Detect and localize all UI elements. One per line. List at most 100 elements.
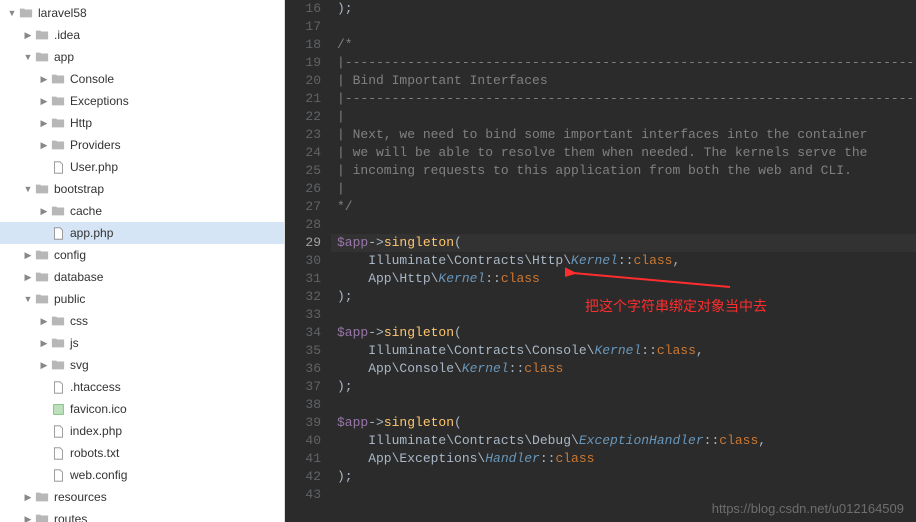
tree-item--idea[interactable]: ▶ .idea xyxy=(0,24,284,46)
folder-icon xyxy=(50,203,66,219)
code-line[interactable]: */ xyxy=(331,198,916,216)
line-number: 43 xyxy=(285,486,321,504)
code-line[interactable]: App\Exceptions\Handler::class xyxy=(331,450,916,468)
tree-toggle-icon[interactable]: ▶ xyxy=(38,139,50,151)
tree-toggle-icon[interactable]: ▶ xyxy=(38,205,50,217)
tree-item-Exceptions[interactable]: ▶ Exceptions xyxy=(0,90,284,112)
tree-item-robots-txt[interactable]: robots.txt xyxy=(0,442,284,464)
project-tree[interactable]: ▼laravel58▶.idea▼app▶Console▶Exceptions▶… xyxy=(0,0,285,522)
code-line[interactable]: |---------------------------------------… xyxy=(331,54,916,72)
tree-toggle-icon[interactable]: ▶ xyxy=(38,117,50,129)
tree-item-User-php[interactable]: User.php xyxy=(0,156,284,178)
tree-toggle-icon xyxy=(38,381,50,393)
code-line[interactable]: | xyxy=(331,108,916,126)
tree-toggle-icon[interactable]: ▶ xyxy=(22,491,34,503)
tree-item-app[interactable]: ▼app xyxy=(0,46,284,68)
line-number: 41 xyxy=(285,450,321,468)
tree-item-index-php[interactable]: index.php xyxy=(0,420,284,442)
tree-item--htaccess[interactable]: .htaccess xyxy=(0,376,284,398)
line-number: 36 xyxy=(285,360,321,378)
code-line[interactable]: $app->singleton( xyxy=(331,414,916,432)
tree-item-favicon-ico[interactable]: favicon.ico xyxy=(0,398,284,420)
code-line[interactable]: | Next, we need to bind some important i… xyxy=(331,126,916,144)
code-line[interactable]: | we will be able to resolve them when n… xyxy=(331,144,916,162)
line-number: 22 xyxy=(285,108,321,126)
tree-toggle-icon[interactable]: ▶ xyxy=(22,271,34,283)
file-icon xyxy=(50,445,66,461)
code-line[interactable]: ); xyxy=(331,378,916,396)
line-number: 23 xyxy=(285,126,321,144)
code-line[interactable] xyxy=(331,396,916,414)
tree-label: User.php xyxy=(70,160,118,174)
tree-toggle-icon[interactable]: ▶ xyxy=(38,315,50,327)
tree-label: .idea xyxy=(54,28,80,42)
tree-item-Providers[interactable]: ▶Providers xyxy=(0,134,284,156)
tree-item-Http[interactable]: ▶Http xyxy=(0,112,284,134)
tree-toggle-icon[interactable]: ▶ xyxy=(38,95,50,107)
tree-toggle-icon[interactable]: ▶ xyxy=(22,29,34,41)
code-line[interactable]: |---------------------------------------… xyxy=(331,90,916,108)
annotation-text: 把这个字符串绑定对象当中去 xyxy=(585,296,767,316)
tree-label: index.php xyxy=(70,424,122,438)
tree-toggle-icon[interactable]: ▶ xyxy=(38,337,50,349)
code-line[interactable]: $app->singleton( xyxy=(331,234,916,252)
code-line[interactable]: ); xyxy=(331,468,916,486)
tree-item-config[interactable]: ▶config xyxy=(0,244,284,266)
code-line[interactable]: Illuminate\Contracts\Debug\ExceptionHand… xyxy=(331,432,916,450)
code-area[interactable]: );/*|-----------------------------------… xyxy=(331,0,916,504)
tree-label: js xyxy=(70,336,79,350)
code-line[interactable] xyxy=(331,18,916,36)
line-number: 21 xyxy=(285,90,321,108)
tree-toggle-icon[interactable]: ▼ xyxy=(22,51,34,63)
code-line[interactable]: /* xyxy=(331,36,916,54)
line-number: 25 xyxy=(285,162,321,180)
code-line[interactable]: | xyxy=(331,180,916,198)
tree-label: public xyxy=(54,292,85,306)
tree-item-app-php[interactable]: app.php xyxy=(0,222,284,244)
line-number: 26 xyxy=(285,180,321,198)
tree-toggle-icon xyxy=(38,161,50,173)
code-line[interactable]: | incoming requests to this application … xyxy=(331,162,916,180)
tree-toggle-icon[interactable]: ▼ xyxy=(22,293,34,305)
tree-item-laravel58[interactable]: ▼ laravel58 xyxy=(0,2,284,24)
tree-label: resources xyxy=(54,490,107,504)
tree-item-css[interactable]: ▶ css xyxy=(0,310,284,332)
line-number: 40 xyxy=(285,432,321,450)
tree-item-Console[interactable]: ▶Console xyxy=(0,68,284,90)
tree-item-js[interactable]: ▶ js xyxy=(0,332,284,354)
line-number: 33 xyxy=(285,306,321,324)
folder-icon xyxy=(50,71,66,87)
tree-item-routes[interactable]: ▶routes xyxy=(0,508,284,522)
line-number: 27 xyxy=(285,198,321,216)
tree-label: css xyxy=(70,314,88,328)
tree-toggle-icon[interactable]: ▶ xyxy=(38,73,50,85)
code-line[interactable]: | Bind Important Interfaces xyxy=(331,72,916,90)
code-line[interactable]: Illuminate\Contracts\Console\Kernel::cla… xyxy=(331,342,916,360)
tree-item-web-config[interactable]: web.config xyxy=(0,464,284,486)
tree-item-svg[interactable]: ▶svg xyxy=(0,354,284,376)
tree-toggle-icon[interactable]: ▶ xyxy=(38,359,50,371)
tree-item-cache[interactable]: ▶cache xyxy=(0,200,284,222)
code-line[interactable]: App\Console\Kernel::class xyxy=(331,360,916,378)
tree-item-resources[interactable]: ▶ resources xyxy=(0,486,284,508)
tree-toggle-icon[interactable]: ▼ xyxy=(22,183,34,195)
folder-icon xyxy=(34,511,50,522)
code-line[interactable]: $app->singleton( xyxy=(331,324,916,342)
tree-toggle-icon[interactable]: ▼ xyxy=(6,7,18,19)
tree-toggle-icon[interactable]: ▶ xyxy=(22,249,34,261)
line-number: 18 xyxy=(285,36,321,54)
tree-toggle-icon xyxy=(38,469,50,481)
tree-label: Exceptions xyxy=(70,94,129,108)
code-editor[interactable]: 1617181920212223242526272829303132333435… xyxy=(285,0,916,522)
tree-item-database[interactable]: ▶ database xyxy=(0,266,284,288)
code-line[interactable]: ); xyxy=(331,0,916,18)
tree-toggle-icon[interactable]: ▶ xyxy=(22,513,34,522)
code-line[interactable] xyxy=(331,216,916,234)
tree-label: database xyxy=(54,270,103,284)
tree-item-bootstrap[interactable]: ▼bootstrap xyxy=(0,178,284,200)
folder-icon xyxy=(50,357,66,373)
php-icon xyxy=(50,423,66,439)
folder-icon xyxy=(34,181,50,197)
tree-item-public[interactable]: ▼ public xyxy=(0,288,284,310)
tree-label: laravel58 xyxy=(38,6,87,20)
